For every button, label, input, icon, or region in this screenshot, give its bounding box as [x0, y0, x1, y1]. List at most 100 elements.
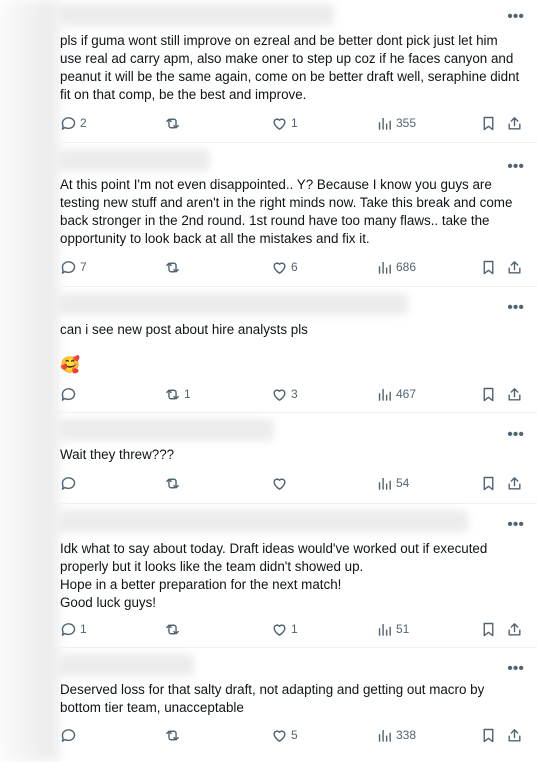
reply-item[interactable]: ••• At this point I'm not even disappoin… — [58, 143, 537, 287]
reply-icon — [61, 116, 76, 130]
blurred-user-header — [58, 149, 210, 171]
blurred-user-header — [58, 293, 408, 315]
share-button[interactable] — [506, 384, 523, 404]
bookmark-icon — [483, 387, 494, 401]
heart-icon — [273, 729, 286, 742]
retweet-button[interactable]: 1 — [164, 384, 191, 404]
reply-button[interactable]: 2 — [60, 113, 87, 133]
retweet-count: 1 — [184, 387, 191, 401]
reply-count: 1 — [80, 622, 87, 636]
share-icon — [508, 728, 521, 742]
share-button[interactable] — [506, 473, 523, 493]
views-icon — [378, 623, 391, 636]
views-count: 51 — [396, 622, 410, 636]
reply-button[interactable]: 1 — [60, 619, 87, 639]
more-options-button[interactable]: ••• — [507, 427, 524, 443]
more-icon: ••• — [507, 516, 524, 533]
reply-feed: ••• pls if guma wont still improve on ez… — [0, 0, 537, 762]
reply-item[interactable]: ••• pls if guma wont still improve on ez… — [58, 0, 537, 143]
views-button[interactable]: 686 — [376, 257, 416, 277]
blurred-user-header — [58, 510, 468, 532]
more-icon: ••• — [507, 426, 524, 443]
reply-button[interactable] — [60, 384, 80, 404]
like-button[interactable]: 6 — [271, 257, 298, 277]
bookmark-icon — [483, 476, 494, 490]
reply-button[interactable] — [60, 725, 80, 745]
reply-actions: 7 6 686 — [58, 257, 537, 277]
bookmark-button[interactable] — [480, 619, 497, 639]
more-icon: ••• — [507, 299, 524, 316]
reply-actions: 1 1 51 — [58, 619, 537, 639]
reply-text: can i see new post about hire analysts p… — [60, 322, 308, 337]
share-button[interactable] — [506, 619, 523, 639]
like-count: 6 — [291, 260, 298, 274]
more-options-button[interactable]: ••• — [507, 9, 524, 25]
share-button[interactable] — [506, 257, 523, 277]
share-button[interactable] — [506, 725, 523, 745]
share-button[interactable] — [506, 113, 523, 133]
like-button[interactable]: 1 — [271, 113, 298, 133]
bookmark-icon — [483, 728, 494, 742]
more-icon: ••• — [507, 660, 524, 677]
blurred-user-header — [58, 654, 194, 676]
like-button[interactable]: 1 — [271, 619, 298, 639]
views-button[interactable]: 338 — [376, 725, 416, 745]
retweet-button[interactable] — [164, 619, 184, 639]
reply-text: Wait they threw??? — [60, 447, 175, 462]
like-button[interactable] — [271, 473, 291, 493]
reply-button[interactable] — [60, 473, 80, 493]
retweet-icon — [166, 262, 179, 272]
heart-icon — [273, 477, 286, 490]
retweet-button[interactable] — [164, 113, 184, 133]
more-options-button[interactable]: ••• — [507, 661, 524, 677]
bookmark-button[interactable] — [480, 473, 497, 493]
retweet-icon — [166, 389, 179, 399]
reply-item[interactable]: ••• can i see new post about hire analys… — [58, 287, 537, 413]
heart-icon — [273, 623, 286, 636]
heart-icon — [273, 261, 286, 274]
reply-icon — [61, 260, 76, 274]
retweet-icon — [166, 730, 179, 740]
retweet-button[interactable] — [164, 257, 184, 277]
views-button[interactable]: 51 — [376, 619, 409, 639]
more-icon: ••• — [507, 8, 524, 25]
reply-item[interactable]: ••• Deserved loss for that salty draft, … — [58, 648, 537, 762]
smiling-face-hearts-emoji: 🥰 — [60, 357, 80, 374]
like-count: 1 — [291, 622, 298, 636]
reply-count: 7 — [80, 260, 87, 274]
reply-text: Deserved loss for that salty draft, not … — [60, 682, 489, 715]
bookmark-icon — [483, 622, 494, 636]
reply-count: 2 — [80, 116, 87, 130]
more-icon: ••• — [507, 158, 524, 175]
retweet-button[interactable] — [164, 725, 184, 745]
views-count: 467 — [396, 387, 417, 401]
like-count: 5 — [291, 728, 298, 742]
reply-item[interactable]: ••• Wait they threw??? 54 — [58, 413, 537, 504]
bookmark-button[interactable] — [480, 725, 497, 745]
reply-button[interactable]: 7 — [60, 257, 87, 277]
views-button[interactable]: 467 — [376, 384, 416, 404]
reply-actions: 5 338 — [58, 725, 537, 745]
more-options-button[interactable]: ••• — [507, 159, 524, 175]
bookmark-button[interactable] — [480, 384, 497, 404]
bookmark-button[interactable] — [480, 257, 497, 277]
views-button[interactable]: 54 — [376, 473, 409, 493]
like-button[interactable]: 5 — [271, 725, 298, 745]
heart-icon — [273, 117, 286, 130]
retweet-icon — [166, 478, 179, 488]
views-button[interactable]: 355 — [376, 113, 416, 133]
views-count: 355 — [396, 116, 417, 130]
bookmark-button[interactable] — [480, 113, 497, 133]
like-count: 3 — [291, 387, 298, 401]
retweet-icon — [166, 624, 179, 634]
heart-icon — [273, 388, 286, 401]
reply-text: Idk what to say about today. Draft ideas… — [60, 541, 488, 610]
more-options-button[interactable]: ••• — [507, 517, 524, 533]
more-options-button[interactable]: ••• — [507, 300, 524, 316]
like-button[interactable]: 3 — [271, 384, 298, 404]
share-icon — [508, 622, 521, 636]
views-icon — [378, 388, 391, 401]
reply-item[interactable]: ••• Idk what to say about today. Draft i… — [58, 504, 537, 648]
reply-icon — [61, 387, 76, 401]
retweet-button[interactable] — [164, 473, 184, 493]
